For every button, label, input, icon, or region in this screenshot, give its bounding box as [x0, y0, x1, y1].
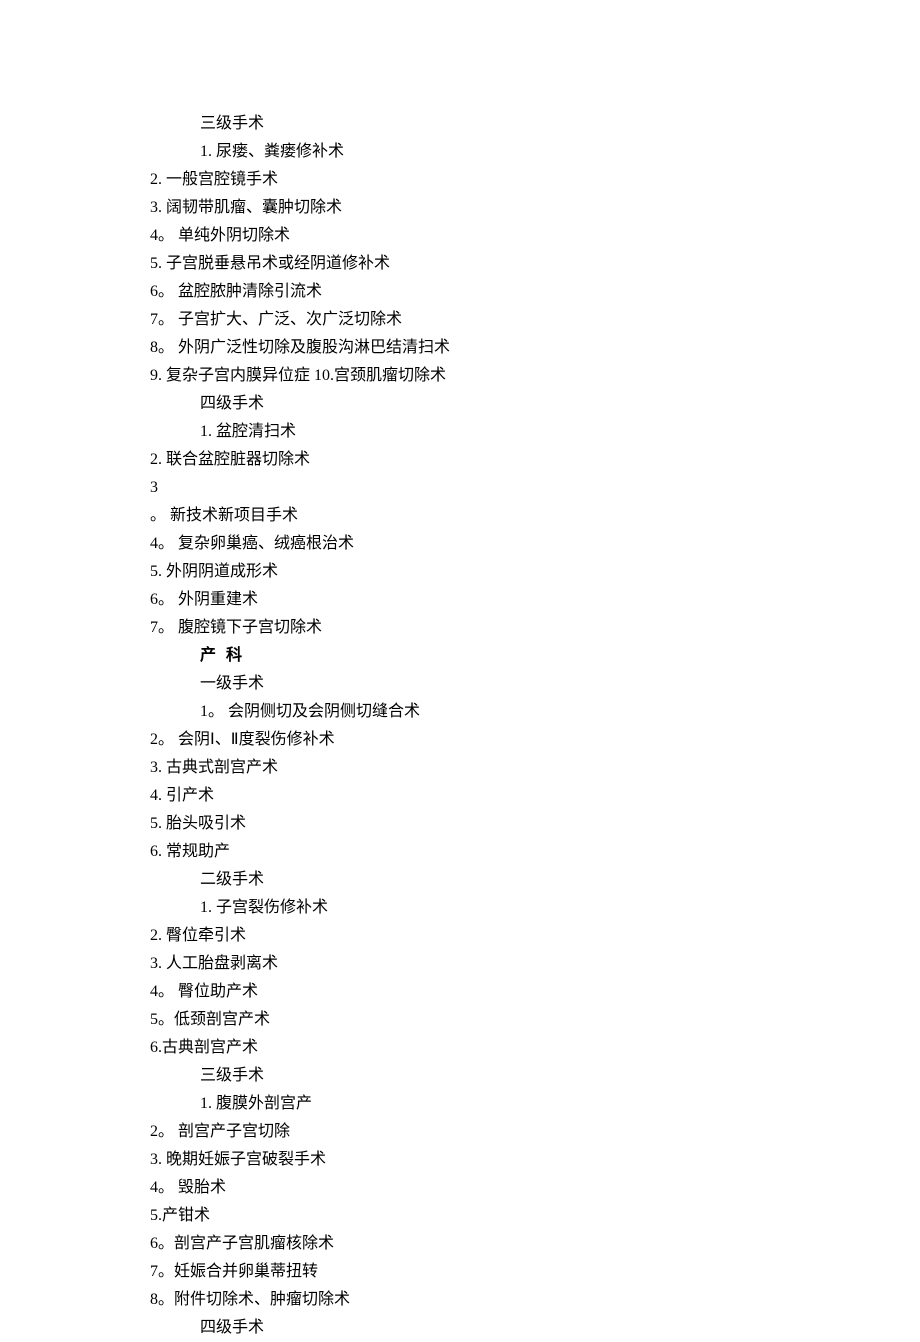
- text-line: 5。低颈剖宫产术: [150, 1006, 920, 1034]
- text-line: 6。剖宫产子宫肌瘤核除术: [150, 1230, 920, 1258]
- text-line: 5. 子宫脱垂悬吊术或经阴道修补术: [150, 250, 920, 278]
- text-line: 6. 常规助产: [150, 838, 920, 866]
- text-line: 3. 晚期妊娠子宫破裂手术: [150, 1146, 920, 1174]
- text-line: 8。 外阴广泛性切除及腹股沟淋巴结清扫术: [150, 334, 920, 362]
- text-line: 2. 联合盆腔脏器切除术: [150, 446, 920, 474]
- text-line: 3. 人工胎盘剥离术: [150, 950, 920, 978]
- text-line: 1. 盆腔清扫术: [150, 418, 920, 446]
- text-line: 产 科: [150, 642, 920, 670]
- text-line: 6。 盆腔脓肿清除引流术: [150, 278, 920, 306]
- text-line: 8。附件切除术、肿瘤切除术: [150, 1286, 920, 1314]
- text-line: 5. 胎头吸引术: [150, 810, 920, 838]
- text-line: 4. 引产术: [150, 782, 920, 810]
- text-line: 9. 复杂子宫内膜异位症 10.宫颈肌瘤切除术: [150, 362, 920, 390]
- text-line: 5. 外阴阴道成形术: [150, 558, 920, 586]
- text-line: 6。 外阴重建术: [150, 586, 920, 614]
- text-line: 4。 毁胎术: [150, 1174, 920, 1202]
- text-line: 一级手术: [150, 670, 920, 698]
- text-line: 6.古典剖宫产术: [150, 1034, 920, 1062]
- text-line: 1. 子宫裂伤修补术: [150, 894, 920, 922]
- document-body: 三级手术1. 尿瘘、粪瘘修补术2. 一般宫腔镜手术3. 阔韧带肌瘤、囊肿切除术4…: [150, 110, 920, 1342]
- text-line: 2. 臀位牵引术: [150, 922, 920, 950]
- text-line: 3. 古典式剖宫产术: [150, 754, 920, 782]
- text-line: 2。 剖宫产子宫切除: [150, 1118, 920, 1146]
- text-line: 4。 复杂卵巢癌、绒癌根治术: [150, 530, 920, 558]
- text-line: 1. 腹膜外剖宫产: [150, 1090, 920, 1118]
- text-line: 1。 会阴侧切及会阴侧切缝合术: [150, 698, 920, 726]
- text-line: 2. 一般宫腔镜手术: [150, 166, 920, 194]
- text-line: 7。 腹腔镜下子宫切除术: [150, 614, 920, 642]
- text-line: 3: [150, 474, 920, 502]
- text-line: 二级手术: [150, 866, 920, 894]
- text-line: 1. 尿瘘、粪瘘修补术: [150, 138, 920, 166]
- text-line: 。 新技术新项目手术: [150, 502, 920, 530]
- text-line: 3. 阔韧带肌瘤、囊肿切除术: [150, 194, 920, 222]
- text-line: 7。 子宫扩大、广泛、次广泛切除术: [150, 306, 920, 334]
- text-line: 4。 单纯外阴切除术: [150, 222, 920, 250]
- text-line: 5.产钳术: [150, 1202, 920, 1230]
- text-line: 四级手术: [150, 1314, 920, 1342]
- text-line: 四级手术: [150, 390, 920, 418]
- text-line: 7。妊娠合并卵巢蒂扭转: [150, 1258, 920, 1286]
- text-line: 三级手术: [150, 110, 920, 138]
- text-line: 4。 臀位助产术: [150, 978, 920, 1006]
- text-line: 三级手术: [150, 1062, 920, 1090]
- text-line: 2。 会阴Ⅰ、Ⅱ度裂伤修补术: [150, 726, 920, 754]
